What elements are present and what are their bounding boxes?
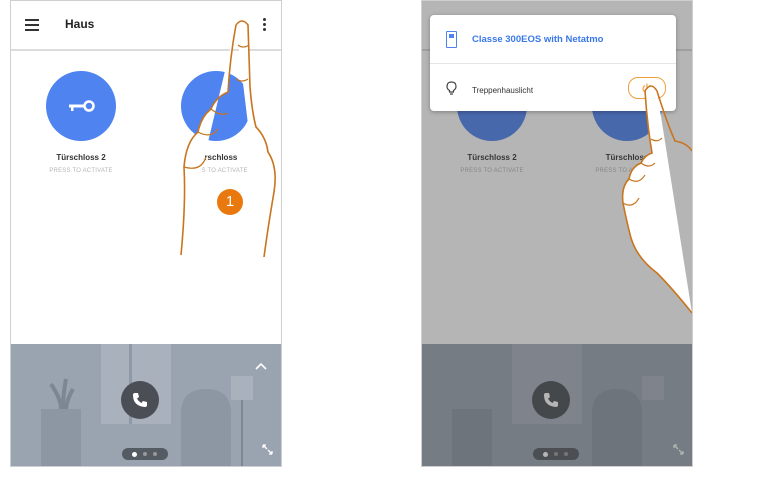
popup-device-name: Classe 300EOS with Netatmo — [472, 34, 604, 45]
call-button[interactable] — [121, 381, 159, 419]
lock-name: Türschloss 2 — [56, 153, 106, 162]
lock-status: PRESS TO ACTIVATE — [49, 168, 113, 174]
lock-button[interactable] — [46, 71, 116, 141]
popup-light-label: Treppenhauslicht — [472, 86, 534, 95]
chevron-up-icon[interactable] — [255, 357, 267, 375]
page-title: Haus — [65, 17, 95, 31]
phone-icon — [133, 393, 147, 407]
phone-screen-step-1: Haus Türschloss 2 PRESS TO ACTIVATE Türs… — [10, 0, 282, 467]
lightbulb-icon — [446, 81, 457, 95]
key-icon — [69, 100, 95, 112]
lock-tile-1[interactable]: Türschloss 2 PRESS TO ACTIVATE — [21, 71, 141, 174]
pointing-hand-illustration — [180, 20, 276, 257]
hamburger-menu-icon[interactable] — [25, 19, 39, 31]
pointing-hand-illustration — [621, 85, 692, 314]
step-badge: 1 — [217, 189, 243, 215]
expand-icon[interactable] — [262, 442, 273, 460]
video-preview — [11, 344, 281, 466]
phone-screen-step-2: Türschloss 2 PRESS TO ACTIVATE Türschlos… — [421, 0, 693, 467]
page-indicator — [122, 448, 168, 460]
popup-device-row[interactable]: Classe 300EOS with Netatmo — [430, 15, 676, 64]
intercom-device-icon — [446, 31, 457, 48]
